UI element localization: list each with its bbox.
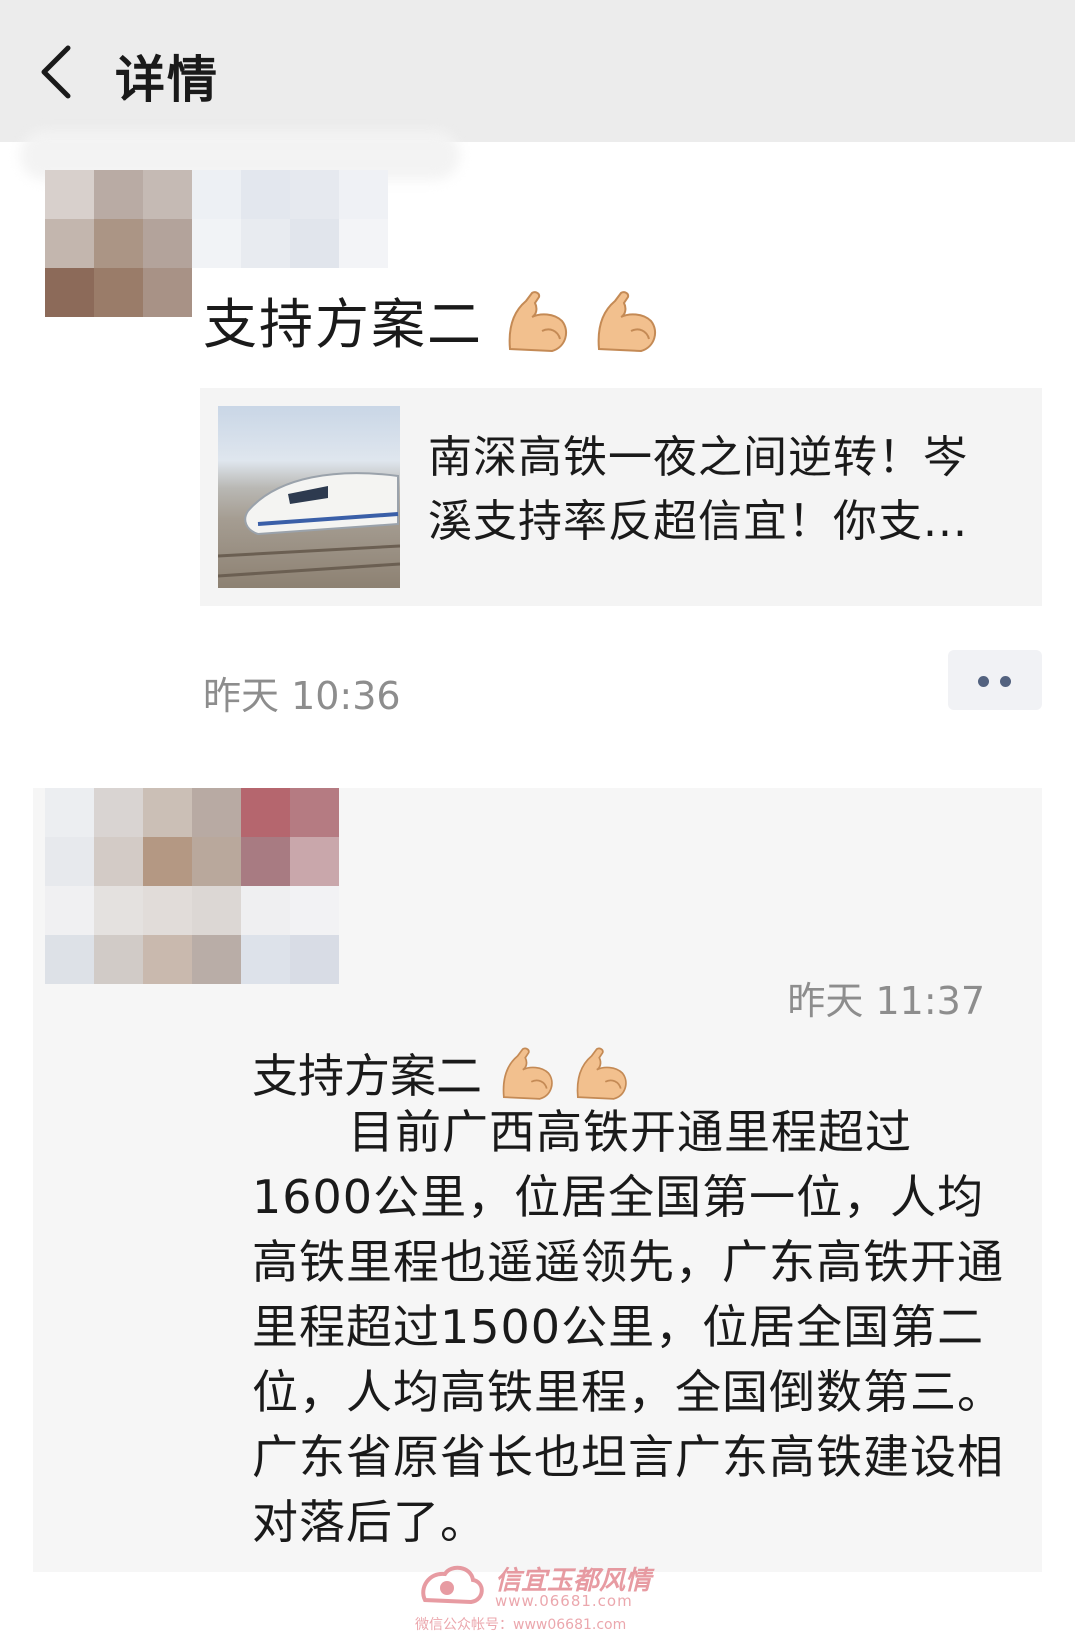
commenter-avatar[interactable] — [45, 788, 339, 984]
author-name[interactable] — [192, 170, 388, 268]
comment-timestamp: 昨天 11:37 — [787, 979, 985, 1023]
comment-body: 目前广西高铁开通里程超过1600公里，位居全国第一位，人均高铁里程也遥遥领先，广… — [252, 1105, 1004, 1549]
article-title: 南深高铁一夜之间逆转！岑溪支持率反超信宜！你支... — [428, 432, 968, 547]
page-title: 详情 — [115, 51, 219, 109]
watermark: 信宜玉都风情 www.06681.com 微信公众帐号：www06681.com — [415, 1560, 685, 1636]
logo-icon — [421, 1565, 484, 1605]
more-dots-icon — [1000, 676, 1011, 687]
more-dots-icon — [978, 676, 989, 687]
post-text: 支持方案二 — [203, 280, 661, 370]
article-thumbnail — [218, 406, 400, 588]
chevron-left-icon — [41, 45, 71, 99]
comment-head-text: 支持方案二 — [252, 1049, 482, 1103]
post-timestamp: 昨天 10:36 — [203, 674, 401, 718]
shared-article-card[interactable]: 南深高铁一夜之间逆转！岑溪支持率反超信宜！你支... — [200, 388, 1042, 606]
flexed-biceps-icon — [591, 287, 661, 370]
flexed-biceps-icon — [502, 287, 572, 370]
post-text-label: 支持方案二 — [203, 293, 483, 356]
top-nav-bar: 详情 — [0, 0, 1075, 142]
back-button[interactable] — [30, 30, 90, 110]
avatar[interactable] — [45, 170, 192, 317]
train-icon — [218, 472, 400, 578]
watermark-url: www.06681.com — [495, 1592, 633, 1610]
watermark-subtitle: 微信公众帐号：www06681.com — [415, 1617, 627, 1633]
more-actions-button[interactable] — [948, 650, 1042, 710]
